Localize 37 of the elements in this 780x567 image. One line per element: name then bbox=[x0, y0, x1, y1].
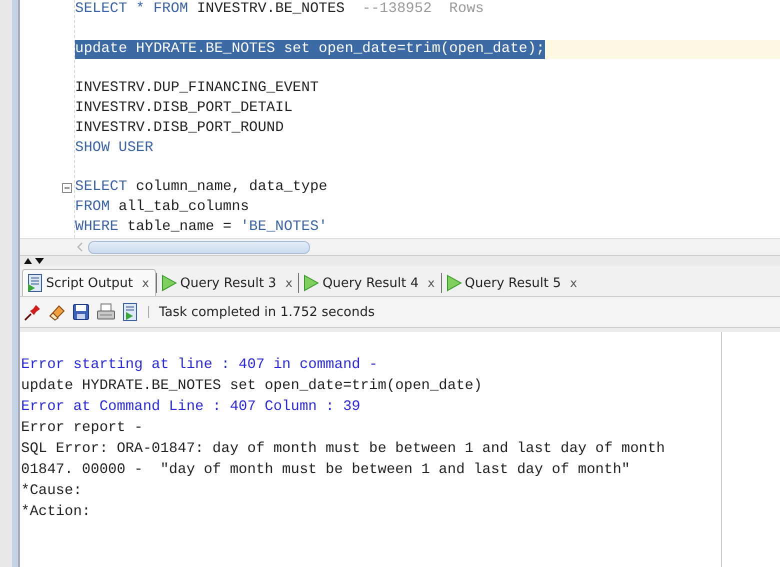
code-line: SELECT * FROM INVESTRV.BE_NOTES --138952 Rows bbox=[75, 0, 484, 19]
status-text: Task completed in 1.752 seconds bbox=[159, 304, 375, 320]
eraser-icon[interactable] bbox=[48, 303, 66, 321]
collapse-icon[interactable] bbox=[62, 183, 72, 194]
print-icon[interactable] bbox=[96, 303, 116, 321]
run-icon bbox=[161, 274, 178, 292]
tab[interactable]: Query Result 3 x bbox=[157, 270, 298, 296]
code-line: INVESTRV.DUP_FINANCING_EVENT bbox=[75, 79, 319, 98]
close-tab-button[interactable]: x bbox=[285, 276, 292, 290]
script-output-icon[interactable] bbox=[122, 303, 138, 321]
code-line: SELECT column_name, data_type bbox=[75, 178, 328, 198]
tab[interactable]: Script Output x bbox=[22, 269, 156, 296]
close-tab-button[interactable]: x bbox=[570, 276, 578, 290]
output-line: Error starting at line : 407 in command - bbox=[21, 356, 379, 375]
code-line: SHOW USER bbox=[75, 138, 154, 158]
pin-icon[interactable] bbox=[24, 303, 42, 321]
output-line: *Cause: bbox=[21, 482, 83, 501]
output-line: *Action: bbox=[21, 503, 92, 522]
output-line: 01847. 00000 - "day of month must be between 1 and last day of month" bbox=[21, 461, 632, 480]
tab[interactable]: Query Result 4 x bbox=[299, 270, 441, 296]
horizontal-scrollbar[interactable] bbox=[20, 238, 780, 255]
code-line: INVESTRV.DISB_PORT_ROUND bbox=[75, 118, 284, 138]
run-icon bbox=[303, 274, 320, 292]
run-icon bbox=[446, 274, 462, 292]
code-line: WHERE table_name = 'BE_NOTES' bbox=[75, 218, 328, 237]
split-arrows-icon[interactable] bbox=[23, 257, 45, 265]
script-output-icon bbox=[27, 274, 43, 292]
output-line: SQL Error: ORA-01847: day of month must be between 1 and last day of month bbox=[21, 440, 666, 459]
code-line: INVESTRV.DISB_PORT_DETAIL bbox=[75, 98, 293, 118]
output-line: Error at Command Line : 407 Column : 39 bbox=[21, 398, 362, 417]
close-tab-button[interactable]: x bbox=[142, 276, 150, 290]
output-line: update HYDRATE.BE_NOTES set open_date=trim(open_date) bbox=[21, 377, 484, 396]
save-icon[interactable] bbox=[72, 303, 90, 321]
output-line: Error report - bbox=[21, 419, 144, 438]
code-line: FROM all_tab_columns bbox=[75, 198, 250, 217]
tab[interactable]: Query Result 5 x bbox=[442, 270, 584, 296]
close-tab-button[interactable]: x bbox=[428, 276, 435, 290]
